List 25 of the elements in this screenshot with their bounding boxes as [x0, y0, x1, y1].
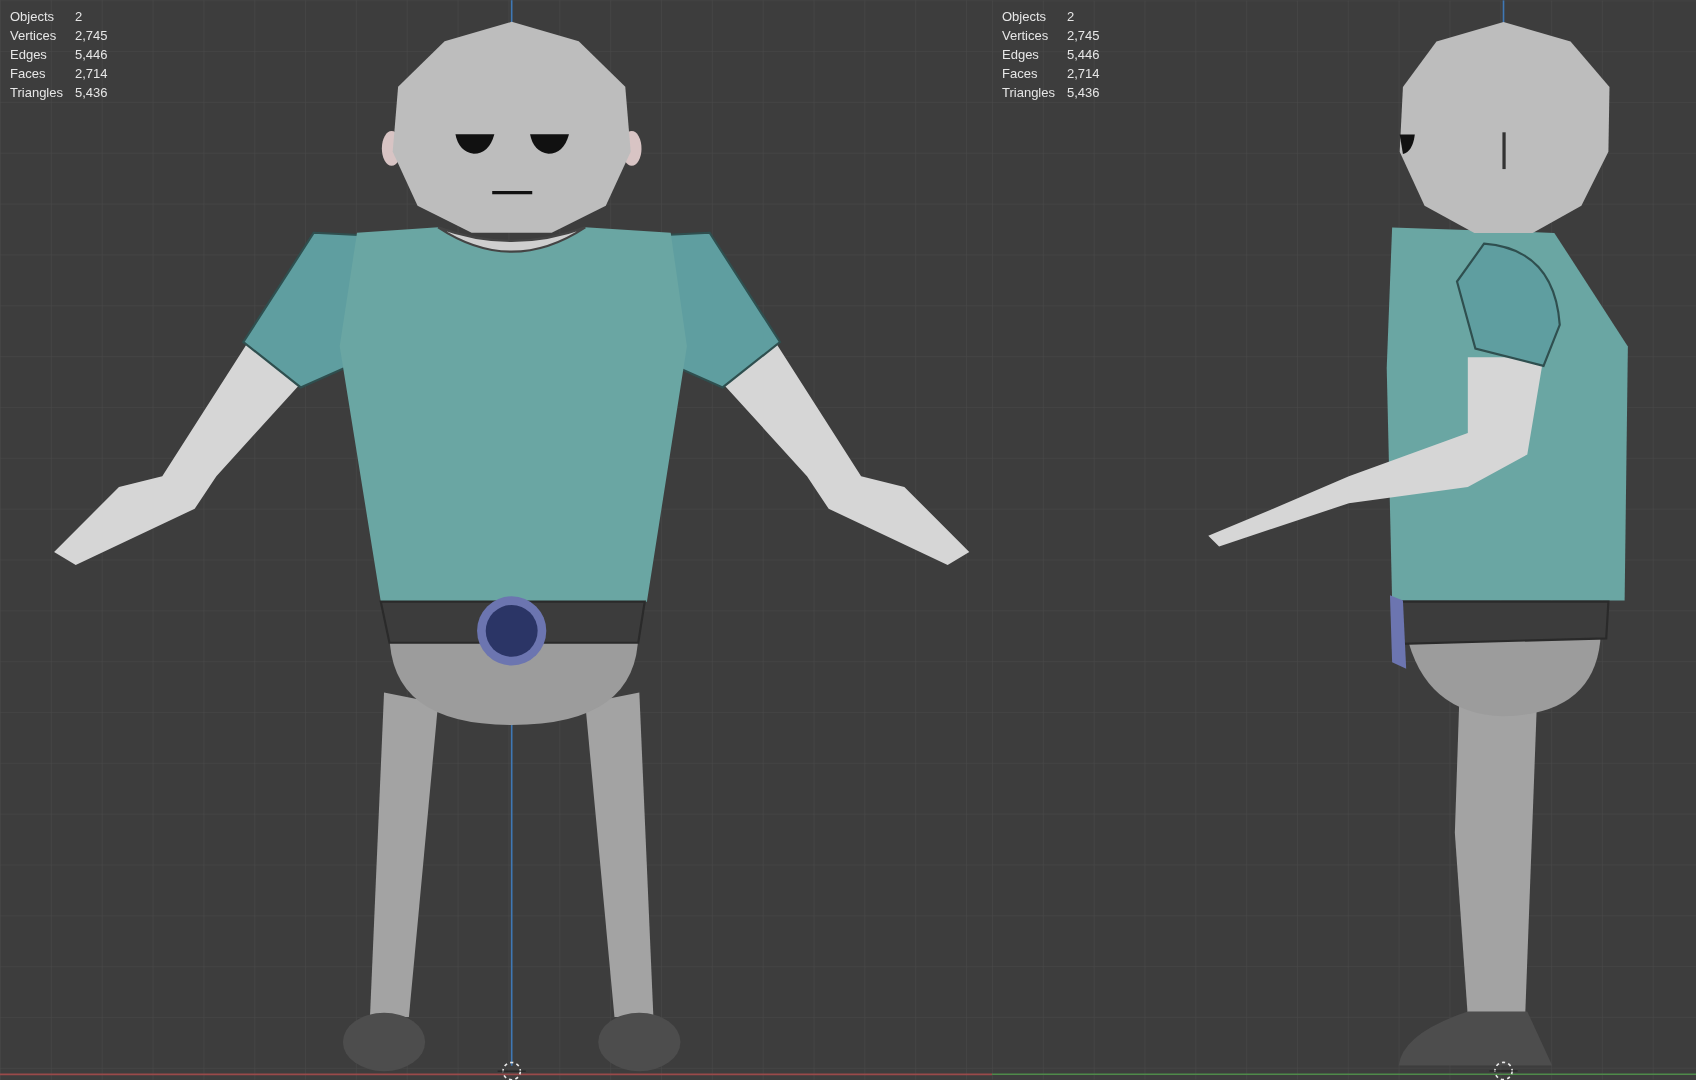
stat-label: Objects: [1002, 8, 1048, 25]
stat-label: Edges: [1002, 46, 1040, 63]
stat-value: 5,436: [1067, 84, 1100, 101]
stat-label: Vertices: [1002, 27, 1050, 44]
stat-value: 5,436: [75, 84, 108, 101]
viewport-panel[interactable]: Objects 2 Vertices 2,745 Edges 5,446 Faces 2,714 Triangles 5,436: [0, 0, 992, 1080]
stat-value: 2: [1067, 8, 1076, 25]
stat-value: 2,714: [1067, 65, 1100, 82]
stat-label: Triangles: [1002, 84, 1055, 101]
origin-cursor-icon: [497, 1061, 527, 1080]
stat-label: Faces: [1002, 65, 1039, 82]
stat-label: Faces: [10, 65, 47, 82]
origin-cursor-icon: [1488, 1061, 1519, 1080]
stat-value: 5,446: [1067, 46, 1100, 63]
stat-value: 2: [75, 8, 84, 25]
stat-value: 2,745: [1067, 27, 1100, 44]
axis-line: [510, 0, 513, 25]
stat-value: 5,446: [75, 46, 108, 63]
stat-value: 2,714: [75, 65, 108, 82]
stat-label: Vertices: [10, 27, 58, 44]
viewport-panel[interactable]: Objects 2 Vertices 2,745 Edges 5,446 Faces 2,714 Triangles 5,436: [992, 0, 1696, 1080]
stat-label: Objects: [10, 8, 56, 25]
stat-label: Edges: [10, 46, 48, 63]
stat-label: Triangles: [10, 84, 63, 101]
stat-value: 2,745: [75, 27, 108, 44]
